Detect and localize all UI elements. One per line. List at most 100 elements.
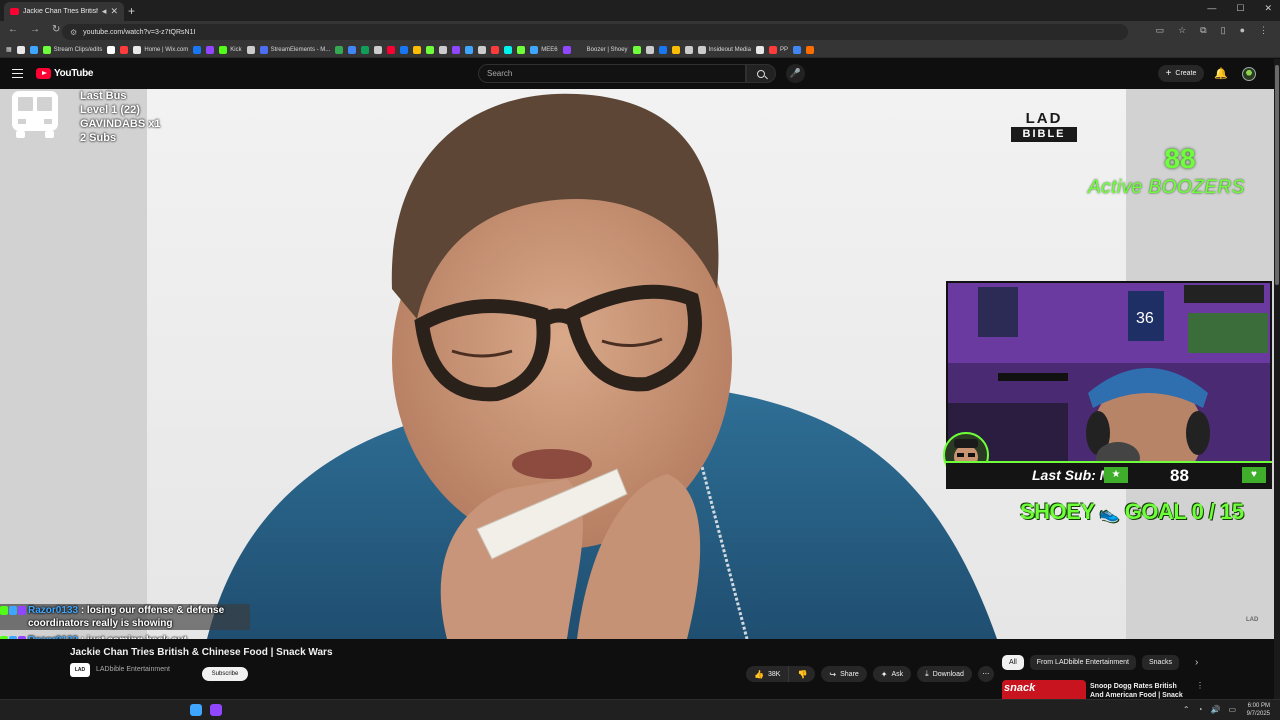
forward-icon[interactable]: → bbox=[30, 24, 40, 35]
bookmark-item[interactable] bbox=[452, 45, 461, 54]
bookmark-item[interactable] bbox=[491, 45, 500, 54]
tray-chevron-icon[interactable]: ⌃ bbox=[1183, 705, 1190, 714]
bookmark-item[interactable] bbox=[658, 45, 667, 54]
taskbar-app-icon[interactable] bbox=[210, 704, 222, 716]
reload-icon[interactable]: ↻ bbox=[52, 24, 60, 35]
bookmark-item[interactable] bbox=[206, 45, 215, 54]
bookmark-item[interactable] bbox=[120, 45, 129, 54]
bookmark-item[interactable] bbox=[107, 45, 116, 54]
network-icon[interactable]: ◔ bbox=[1198, 705, 1203, 714]
recommended-more-icon[interactable]: ⋮ bbox=[1196, 681, 1204, 690]
video-actions: 👍 38K 👎 ↪ Share ✦ Ask ⤓ Download ⋯ bbox=[746, 666, 994, 682]
create-button[interactable]: + Create bbox=[1158, 65, 1204, 82]
channel-avatar[interactable]: LAD bbox=[70, 663, 90, 677]
bookmark-item[interactable] bbox=[361, 45, 370, 54]
recommended-video-thumbnail[interactable]: snack bbox=[1002, 680, 1086, 699]
bookmark-item[interactable] bbox=[387, 45, 396, 54]
more-actions-button[interactable]: ⋯ bbox=[977, 666, 994, 682]
taskbar-clock[interactable]: 6:00 PM 9/7/2025 bbox=[1247, 702, 1270, 718]
bookmark-item[interactable] bbox=[465, 45, 474, 54]
video-player[interactable]: Last Bus Level 1 (22) GAVINDABS x1 2 Sub… bbox=[0, 89, 1274, 639]
apps-icon[interactable]: ▦ bbox=[6, 46, 12, 53]
browser-tab[interactable]: Jackie Chan Tries British & C ◂ ✕ bbox=[4, 2, 124, 21]
browser-menu-icon[interactable]: ⋮ bbox=[1259, 25, 1268, 36]
channel-name[interactable]: LADbible Entertainment bbox=[96, 666, 170, 673]
filter-chip[interactable]: Snacks bbox=[1142, 655, 1179, 670]
bookmark-item[interactable] bbox=[16, 45, 25, 54]
dislike-button[interactable]: 👎 bbox=[789, 666, 816, 682]
maximize-icon[interactable]: ☐ bbox=[1236, 3, 1244, 14]
bookmark-item[interactable] bbox=[400, 45, 409, 54]
back-icon[interactable]: ← bbox=[8, 24, 18, 35]
search-button[interactable] bbox=[746, 64, 776, 83]
extensions-icon[interactable]: ⧉ bbox=[1200, 25, 1206, 36]
bookmark-item[interactable]: Insideout Media bbox=[697, 45, 751, 54]
tab-close-icon[interactable]: ✕ bbox=[110, 6, 118, 17]
bookmark-item[interactable] bbox=[426, 45, 435, 54]
speaker-icon[interactable]: ◂ bbox=[102, 6, 107, 17]
cast-icon[interactable]: ▭ bbox=[1156, 25, 1165, 36]
window-close-icon[interactable]: ✕ bbox=[1264, 3, 1272, 14]
bookmark-item[interactable] bbox=[517, 45, 526, 54]
bookmark-item[interactable] bbox=[632, 45, 641, 54]
bookmark-item[interactable] bbox=[504, 45, 513, 54]
taskbar-app-icon[interactable] bbox=[190, 704, 202, 716]
bookmark-item[interactable] bbox=[348, 45, 357, 54]
bookmark-favicon-icon bbox=[387, 45, 396, 54]
bookmark-item[interactable] bbox=[755, 45, 764, 54]
bookmark-favicon-icon bbox=[16, 45, 25, 54]
filter-chip[interactable]: From LADbible Entertainment bbox=[1029, 655, 1136, 670]
bookmark-item[interactable] bbox=[374, 45, 383, 54]
bookmark-item[interactable]: Stream Clips/edits bbox=[42, 45, 102, 54]
new-tab-button[interactable]: + bbox=[128, 4, 135, 18]
bookmark-item[interactable] bbox=[684, 45, 693, 54]
profile-icon[interactable]: ● bbox=[1240, 25, 1245, 36]
battery-icon[interactable]: ▭ bbox=[1228, 705, 1236, 714]
youtube-logo[interactable]: YouTube bbox=[36, 68, 94, 79]
bookmark-star-icon[interactable]: ☆ bbox=[1178, 25, 1186, 36]
bookmark-item[interactable] bbox=[193, 45, 202, 54]
bookmark-item[interactable]: PP bbox=[768, 45, 788, 54]
youtube-play-icon bbox=[36, 68, 51, 79]
download-button[interactable]: ⤓ Download bbox=[917, 666, 972, 682]
search-input[interactable]: Search bbox=[478, 64, 746, 83]
bookmark-item[interactable] bbox=[29, 45, 38, 54]
bookmark-item[interactable] bbox=[805, 45, 814, 54]
voice-search-icon[interactable]: 🎤 bbox=[786, 64, 805, 83]
page-scrollbar[interactable] bbox=[1274, 59, 1280, 699]
bookmark-favicon-icon bbox=[697, 45, 706, 54]
sidepanel-icon[interactable]: ▯ bbox=[1221, 25, 1226, 36]
bookmark-favicon-icon bbox=[361, 45, 370, 54]
filter-chip[interactable]: All bbox=[1002, 655, 1024, 670]
bookmark-item[interactable] bbox=[645, 45, 654, 54]
bookmark-item[interactable]: Kick bbox=[219, 45, 242, 54]
account-avatar[interactable] bbox=[1242, 67, 1256, 81]
bookmark-item[interactable] bbox=[562, 45, 571, 54]
ask-button[interactable]: ✦ Ask bbox=[872, 666, 912, 682]
bookmark-item[interactable] bbox=[413, 45, 422, 54]
address-bar[interactable]: ⚙ youtube.com/watch?v=3-z7tQRsN1I bbox=[62, 24, 1128, 40]
subscribe-button[interactable]: Subscribe bbox=[202, 667, 248, 681]
bookmark-item[interactable]: Boozer | Shoey bbox=[575, 45, 628, 54]
notifications-bell-icon[interactable]: 🔔 bbox=[1214, 67, 1228, 80]
scrollbar-thumb[interactable] bbox=[1275, 65, 1279, 285]
sub-star-icon: ★ bbox=[1104, 467, 1128, 483]
bookmark-item[interactable]: StreamElements - M... bbox=[259, 45, 330, 54]
bookmark-item[interactable] bbox=[335, 45, 344, 54]
minimize-icon[interactable]: — bbox=[1207, 3, 1216, 14]
share-label: Share bbox=[840, 670, 859, 678]
bookmark-item[interactable] bbox=[671, 45, 680, 54]
bookmark-item[interactable] bbox=[439, 45, 448, 54]
chips-next-icon[interactable]: › bbox=[1195, 657, 1198, 668]
bookmark-item[interactable] bbox=[792, 45, 801, 54]
bookmark-item[interactable]: Home | Wix.com bbox=[133, 45, 188, 54]
bookmark-item[interactable] bbox=[246, 45, 255, 54]
bookmark-item[interactable]: MEE6 bbox=[530, 45, 558, 54]
chat-username[interactable]: Razor0133 bbox=[28, 605, 78, 616]
share-button[interactable]: ↪ Share bbox=[821, 666, 867, 682]
volume-icon[interactable]: 🔊 bbox=[1210, 705, 1220, 714]
site-info-icon[interactable]: ⚙ bbox=[70, 28, 77, 37]
like-button[interactable]: 👍 38K bbox=[746, 666, 790, 682]
hamburger-menu-icon[interactable] bbox=[12, 69, 23, 78]
bookmark-item[interactable] bbox=[478, 45, 487, 54]
